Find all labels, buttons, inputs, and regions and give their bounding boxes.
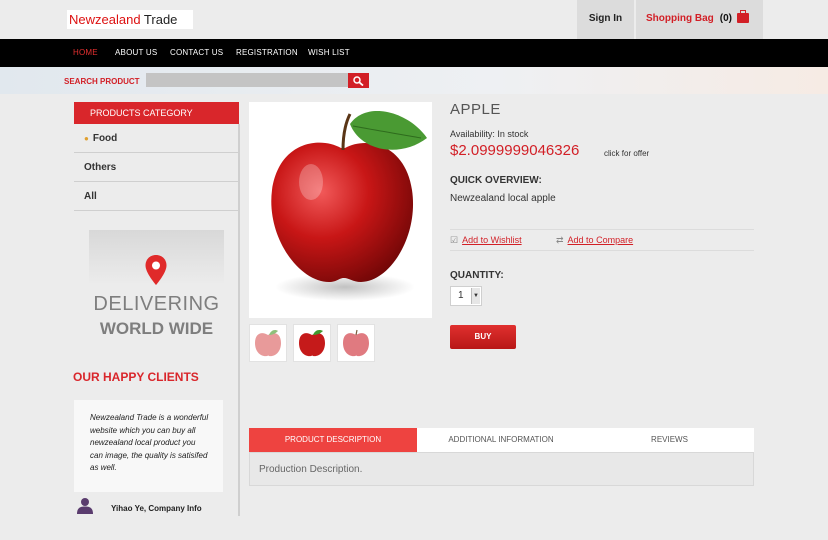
nav-about-us[interactable]: ABOUT US	[115, 48, 157, 57]
quick-overview-text: Newzealand local apple	[450, 193, 556, 204]
tab-reviews[interactable]: REVIEWS	[585, 428, 754, 452]
sidebar-divider	[238, 124, 240, 516]
nav-home[interactable]: HOME	[73, 48, 98, 57]
shopping-bag-button[interactable]: Shopping Bag (0)	[636, 0, 763, 39]
logo-prefix: Newzealand	[69, 12, 141, 27]
category-label: Food	[92, 133, 118, 144]
nav-registration[interactable]: REGISTRATION	[236, 48, 298, 57]
add-to-compare-link[interactable]: ⇄ Add to Compare	[556, 235, 633, 246]
product-main-image[interactable]	[249, 102, 432, 318]
search-label: SEARCH PRODUCT	[64, 77, 140, 86]
banner-line-2: WORLD WIDE	[99, 319, 214, 338]
checkbox-icon: ☑	[450, 235, 459, 245]
product-action-links: ☑ Add to Wishlist ⇄ Add to Compare	[450, 229, 754, 251]
products-category-heading: PRODUCTS CATEGORY	[74, 102, 239, 124]
nav-wish-list[interactable]: WISH LIST	[308, 48, 350, 57]
main-nav: HOME ABOUT US CONTACT US REGISTRATION WI…	[0, 39, 828, 67]
happy-clients-heading: OUR HAPPY CLIENTS	[73, 370, 199, 384]
site-logo[interactable]: Newzealand Trade	[67, 10, 193, 29]
tab-content: Production Description.	[249, 452, 754, 486]
category-label: All	[84, 191, 97, 202]
apple-thumb-image	[343, 329, 369, 357]
quick-overview-heading: QUICK OVERVIEW:	[450, 175, 542, 186]
thumbnail-3[interactable]	[337, 324, 375, 362]
search-bar: SEARCH PRODUCT	[0, 67, 828, 94]
search-input[interactable]	[146, 73, 348, 87]
shopping-bag-icon	[737, 10, 749, 23]
location-pin-icon	[145, 255, 167, 285]
product-tabs: PRODUCT DESCRIPTION ADDITIONAL INFORMATI…	[249, 428, 754, 452]
chevron-down-icon: ▼	[471, 288, 480, 304]
delivering-worldwide-banner: DELIVERING WORLD WIDE	[89, 230, 224, 342]
search-button[interactable]	[348, 73, 369, 88]
quantity-select[interactable]: 1 ▼	[450, 286, 482, 306]
add-to-compare-label: Add to Compare	[567, 235, 634, 245]
quantity-heading: QUANTITY:	[450, 270, 504, 281]
apple-thumb-image	[255, 330, 281, 357]
bullet-icon: ●	[84, 134, 89, 143]
buy-button[interactable]: BUY	[450, 325, 516, 349]
shopping-bag-count: (0)	[719, 13, 733, 24]
thumbnail-1[interactable]	[249, 324, 287, 362]
category-item-all[interactable]: All	[74, 182, 239, 211]
product-price: $2.0999999046326	[450, 142, 580, 159]
tab-product-description[interactable]: PRODUCT DESCRIPTION	[249, 428, 417, 452]
tab-additional-information[interactable]: ADDITIONAL INFORMATION	[417, 428, 585, 452]
offer-link[interactable]: click for offer	[604, 149, 649, 158]
person-icon	[77, 498, 93, 514]
logo-suffix: Trade	[140, 12, 178, 27]
product-title: APPLE	[450, 101, 501, 118]
quantity-value: 1	[458, 290, 464, 301]
add-to-wishlist-label: Add to Wishlist	[462, 235, 522, 245]
nav-contact-us[interactable]: CONTACT US	[170, 48, 223, 57]
top-header: Newzealand Trade Sign In Shopping Bag (0)	[0, 0, 828, 39]
category-item-others[interactable]: Others	[74, 153, 239, 182]
thumbnail-2[interactable]	[293, 324, 331, 362]
search-icon	[353, 76, 364, 86]
category-label: Others	[84, 162, 117, 173]
compare-icon: ⇄	[556, 235, 564, 245]
sign-in-link[interactable]: Sign In	[577, 0, 634, 39]
testimonial-text: Newzealand Trade is a wonderful website …	[74, 400, 223, 492]
apple-image	[271, 111, 427, 301]
shopping-bag-label: Shopping Bag	[646, 13, 714, 24]
client-name: Yihao Ye, Company Info	[111, 504, 202, 513]
banner-line-1: DELIVERING	[93, 293, 220, 315]
add-to-wishlist-link[interactable]: ☑ Add to Wishlist	[450, 235, 522, 246]
apple-thumb-image	[299, 330, 325, 357]
category-item-food[interactable]: ● Food	[74, 124, 239, 153]
availability-text: Availability: In stock	[450, 129, 529, 139]
